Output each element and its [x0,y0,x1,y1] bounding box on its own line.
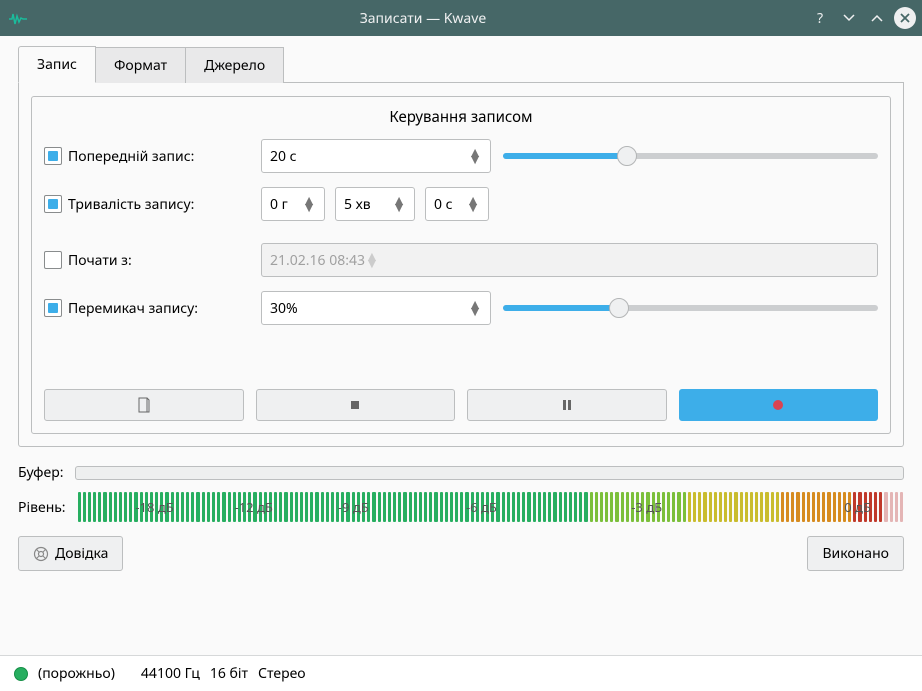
record-icon [770,397,786,413]
close-button[interactable] [894,7,916,29]
status-bits: 16 біт [210,664,248,683]
start-datetime: 21.02.16 08:43 ▲▼ [261,243,878,277]
chevron-down-icon: ▼ [392,204,406,211]
chevron-down-icon: ▼ [468,308,482,315]
level-meter: -18 дБ -12 дБ -9 дБ -6 дБ -3 дБ 0 дБ [78,492,904,522]
prerecord-slider[interactable] [503,147,878,165]
status-rate: 44100 Гц [141,664,200,683]
chevron-down-icon: ▼ [365,260,379,267]
help-dialog-button[interactable]: Довідка [18,536,123,571]
record-control-group: Керування записом Попередній запис: 20 с… [31,96,891,434]
level-label: Рівень: [18,498,66,517]
level-mark: -9 дБ [338,498,369,516]
svg-text:?: ? [817,11,823,25]
tabs: Запис Формат Джерело [18,46,904,83]
tab-format[interactable]: Формат [95,47,186,83]
level-mark: 0 дБ [844,498,871,516]
prerecord-checkbox[interactable] [44,147,62,165]
stop-icon [347,397,363,413]
chevron-down-icon: ▼ [302,204,316,211]
level-mark: -3 дБ [631,498,662,516]
duration-seconds-spinbox[interactable]: 0 с ▲▼ [425,187,489,221]
duration-hours-spinbox[interactable]: 0 г ▲▼ [261,187,325,221]
start-checkbox[interactable] [44,251,62,269]
start-label: Почати з: [68,251,132,270]
prerecord-spinbox[interactable]: 20 с ▲▼ [261,139,491,173]
duration-minutes-spinbox[interactable]: 5 хв ▲▼ [335,187,415,221]
tab-record[interactable]: Запис [18,46,96,83]
level-mark: -12 дБ [235,498,273,516]
status-channels: Стерео [258,664,306,683]
status-dot-icon [14,667,28,681]
window-title: Записати — Kwave [36,9,810,28]
record-button[interactable] [679,389,879,421]
level-mark: -18 дБ [135,498,173,516]
duration-label: Тривалість запису: [68,195,194,214]
chevron-down-icon: ▼ [466,204,480,211]
titlebar: Записати — Kwave ? [0,0,922,36]
maximize-button[interactable] [866,7,888,29]
status-state: (порожньо) [38,664,115,683]
app-icon [6,9,30,28]
chevron-down-icon: ▼ [468,156,482,163]
pause-icon [559,397,575,413]
new-icon [136,397,152,413]
new-button[interactable] [44,389,244,421]
help-button[interactable]: ? [810,7,832,29]
group-title: Керування записом [44,97,878,139]
duration-checkbox[interactable] [44,195,62,213]
prerecord-label: Попередній запис: [68,147,194,166]
trigger-label: Перемикач запису: [68,299,198,318]
tab-source[interactable]: Джерело [185,47,284,83]
minimize-button[interactable] [838,7,860,29]
done-button[interactable]: Виконано [807,536,904,571]
statusbar: (порожньо) 44100 Гц 16 біт Стерео [0,655,922,691]
pause-button[interactable] [467,389,667,421]
buffer-bar [75,466,904,480]
stop-button[interactable] [256,389,456,421]
level-mark: -6 дБ [466,498,497,516]
trigger-slider[interactable] [503,299,878,317]
trigger-spinbox[interactable]: 30% ▲▼ [261,291,491,325]
buffer-label: Буфер: [18,463,63,482]
help-lifebuoy-icon [33,546,49,562]
trigger-checkbox[interactable] [44,299,62,317]
